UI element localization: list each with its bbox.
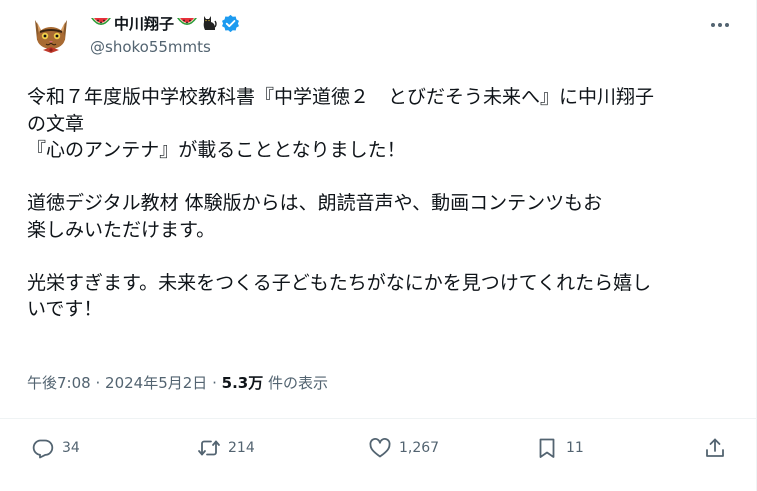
tweet-line-blank bbox=[27, 164, 739, 191]
author-name-row[interactable]: 中川翔子 bbox=[90, 12, 240, 34]
meta-separator: · bbox=[95, 374, 101, 392]
tweet-line: 『心のアンテナ』が載ることとなりました！ bbox=[27, 139, 406, 161]
like-button[interactable]: 1,267 bbox=[368, 433, 439, 463]
like-count: 1,267 bbox=[399, 440, 440, 456]
tweet-text: 令和７年度版中学校教科書『中学道徳２ とびだそう未来へ』に中川翔子 の文章 『心… bbox=[27, 84, 739, 323]
verified-badge-icon[interactable] bbox=[221, 14, 240, 33]
author-display-name[interactable]: 中川翔子 bbox=[114, 13, 174, 34]
tweet-time[interactable]: 午後7:08 bbox=[27, 374, 91, 392]
bookmark-count: 11 bbox=[566, 440, 584, 456]
reply-button[interactable]: 34 bbox=[31, 433, 80, 463]
tweet-line: 道徳デジタル教材 体験版からは、朗読音声￼や、動画コンテンツ￼もお bbox=[27, 192, 603, 214]
tweet-line: 楽しみいただけます。 bbox=[27, 218, 216, 241]
tweet-line: 光栄すぎます。未来をつくる子どもたちがなにかを見つけてくれたら嬉し bbox=[27, 271, 652, 294]
more-icon[interactable] bbox=[708, 16, 732, 34]
bookmark-button[interactable]: 11 bbox=[535, 433, 584, 463]
action-bar: 34 214 1,267 11 bbox=[0, 418, 757, 483]
black-cat-icon bbox=[203, 16, 217, 30]
bookmark-icon bbox=[539, 438, 555, 458]
like-icon bbox=[369, 438, 391, 458]
tweet-line: の文章 bbox=[27, 112, 85, 135]
watermelon-icon bbox=[177, 18, 198, 25]
tweet-date[interactable]: 2024年5月2日 bbox=[105, 374, 207, 392]
repost-icon bbox=[198, 440, 220, 456]
views-count[interactable]: 5.3万 bbox=[222, 374, 264, 392]
repost-button[interactable]: 214 bbox=[197, 433, 255, 463]
avatar[interactable] bbox=[27, 10, 75, 58]
author-handle[interactable]: @shoko55mmts bbox=[90, 38, 211, 56]
meta-separator: · bbox=[212, 374, 217, 392]
share-icon bbox=[706, 438, 724, 457]
reply-icon bbox=[32, 439, 54, 459]
tweet-line: 令和７年度版中学校教科書『中学道徳２ とびだそう未来へ』に中川翔子 bbox=[27, 86, 655, 108]
tweet-card: 中川翔子 @shoko55mmts 令和７年度版中学校教科書『中学道徳２ とびだ… bbox=[0, 0, 757, 491]
watermelon-icon bbox=[91, 18, 111, 25]
share-button[interactable] bbox=[703, 433, 727, 463]
cat-avatar-image bbox=[27, 10, 75, 58]
reply-count: 34 bbox=[62, 440, 80, 456]
views-label: 件の表示 bbox=[268, 374, 329, 392]
tweet-meta: 午後7:08 · 2024年5月2日 · 5.3万 件の表示 bbox=[27, 372, 328, 393]
repost-count: 214 bbox=[228, 440, 255, 456]
tweet-line: いです！ bbox=[27, 298, 103, 320]
tweet-line-blank bbox=[27, 243, 739, 270]
